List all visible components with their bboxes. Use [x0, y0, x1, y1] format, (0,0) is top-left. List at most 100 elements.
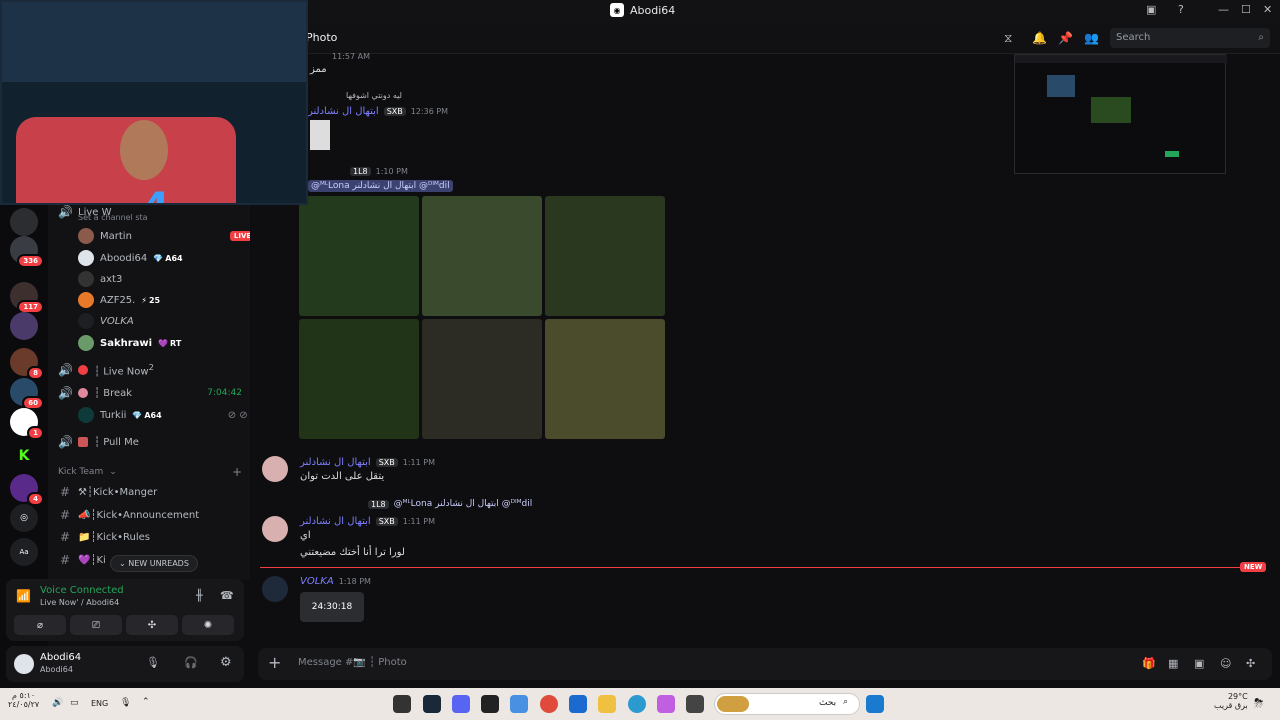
- emoji-icon[interactable]: ☺: [1220, 657, 1231, 670]
- weather[interactable]: 29°C برق قريب: [1214, 692, 1248, 710]
- add-attachment-icon[interactable]: +: [268, 653, 281, 672]
- author-name[interactable]: VOLKA: [300, 576, 334, 587]
- photo-attachment[interactable]: [299, 319, 419, 439]
- avatar[interactable]: [262, 456, 288, 482]
- add-channel-icon[interactable]: +: [232, 465, 242, 479]
- folder-icon[interactable]: [598, 695, 616, 713]
- terminal-icon[interactable]: [481, 695, 499, 713]
- sticker-icon[interactable]: ▣: [1194, 657, 1204, 670]
- server-icon[interactable]: 4: [10, 474, 44, 506]
- photo-attachment[interactable]: [299, 196, 419, 316]
- message-time: 1:18 PM: [338, 577, 371, 586]
- mention[interactable]: @ᴹᴸLona ابتهال ال نشادلنر @ᴰᴵᴹdil: [308, 180, 453, 192]
- avatar[interactable]: [262, 516, 288, 542]
- voice-channel-live-now[interactable]: 🔊 ┆ Live Now2: [58, 360, 242, 380]
- start-icon[interactable]: [866, 695, 884, 713]
- chrome-icon[interactable]: [540, 695, 558, 713]
- avatar[interactable]: [14, 654, 34, 674]
- discord-icon[interactable]: [452, 695, 470, 713]
- voice-channel-break[interactable]: 🔊 ┆ Break 7:04:42: [58, 383, 242, 403]
- voice-user[interactable]: Turkii 💎 A64 ⊘ ⊘: [78, 405, 248, 425]
- language-indicator[interactable]: ENG: [91, 699, 108, 708]
- author-name[interactable]: ابتهال ال نشادلنر: [308, 106, 379, 117]
- gif-icon[interactable]: ▦: [1168, 657, 1178, 670]
- voice-user[interactable]: AZF25. ⚡ 25: [78, 290, 160, 310]
- kick-server-icon[interactable]: K: [10, 442, 38, 470]
- photo-attachment[interactable]: [422, 319, 542, 439]
- voice-channel-name[interactable]: Live Now' / Abodi64: [40, 598, 119, 607]
- threads-icon[interactable]: ⧖: [1004, 31, 1012, 46]
- edge-icon[interactable]: [628, 695, 646, 713]
- volume-icon[interactable]: 🔊: [52, 698, 63, 708]
- maximize-button[interactable]: ☐: [1241, 3, 1251, 16]
- text-channel[interactable]: # 📁┆Kick•Rules: [58, 527, 242, 547]
- search-icon: ⌕: [843, 697, 849, 707]
- attachment-thumbnail[interactable]: [310, 120, 330, 150]
- screen-share-button[interactable]: ⎚: [70, 615, 122, 635]
- server-icon[interactable]: 336: [10, 236, 44, 268]
- search-input[interactable]: Search ⌕: [1110, 28, 1270, 48]
- photo-attachment[interactable]: [545, 196, 665, 316]
- members-icon[interactable]: 👥: [1084, 31, 1099, 45]
- chevron-up-icon[interactable]: ⌃: [142, 697, 150, 707]
- reply-preview[interactable]: ليه دونتي اشوفها: [346, 91, 402, 100]
- gear-icon[interactable]: ⚙: [220, 655, 232, 670]
- new-unreads-button[interactable]: ⌄ NEW UNREADS: [110, 555, 198, 572]
- taskbar-app-icon[interactable]: [686, 695, 704, 713]
- soundboard-button[interactable]: ✺: [182, 615, 234, 635]
- avatar[interactable]: [262, 576, 288, 602]
- steam-icon[interactable]: [423, 695, 441, 713]
- headphones-icon[interactable]: 🎧: [184, 656, 198, 669]
- author-badge: SXB: [383, 107, 406, 116]
- network-icon[interactable]: ▭: [70, 698, 79, 708]
- apps-icon[interactable]: ✣: [1246, 657, 1255, 670]
- photo-attachment[interactable]: [545, 319, 665, 439]
- gift-icon[interactable]: 🎁: [1142, 657, 1156, 670]
- disconnect-icon[interactable]: ☎: [220, 589, 234, 602]
- help-icon[interactable]: ?: [1178, 3, 1184, 16]
- taskbar-search[interactable]: بحث ⌕: [714, 693, 860, 715]
- voice-user[interactable]: Martin LIVE: [78, 226, 256, 246]
- server-icon[interactable]: 117: [10, 282, 44, 314]
- bell-icon[interactable]: 🔔: [1032, 31, 1047, 45]
- text-channel[interactable]: # 📣┆Kick•Announcement: [58, 505, 242, 525]
- noise-suppression-icon[interactable]: ╫: [196, 589, 203, 602]
- close-button[interactable]: ✕: [1263, 3, 1272, 16]
- inbox-icon[interactable]: ▣: [1146, 3, 1156, 16]
- category-kick-team[interactable]: Kick Team ⌄ +: [58, 462, 242, 482]
- minimize-button[interactable]: —: [1218, 3, 1229, 16]
- server-icon[interactable]: ◎: [10, 504, 38, 532]
- webcam-person: [120, 120, 168, 180]
- camera-off-button[interactable]: ⌀: [14, 615, 66, 635]
- server-icon[interactable]: [10, 208, 38, 236]
- photo-attachment[interactable]: [422, 196, 542, 316]
- taskbar-app-icon[interactable]: [393, 695, 411, 713]
- weather-icon: ⛈: [1254, 696, 1264, 710]
- microphone-icon[interactable]: 🎙: [120, 698, 131, 708]
- server-icon[interactable]: 8: [10, 348, 44, 380]
- store-icon[interactable]: [569, 695, 587, 713]
- message-composer[interactable]: + Message #📷 ┆ Photo 🎁 ▦ ▣ ☺ ✣: [258, 648, 1272, 680]
- voice-channel-pull-me[interactable]: 🔊 ┆ Pull Me: [58, 432, 242, 452]
- text-channel[interactable]: # ⚒┆Kick•Manger: [58, 482, 242, 502]
- speaker-icon: 🔊: [58, 205, 73, 219]
- voice-user[interactable]: Sakhrawi 💜 RT: [78, 333, 181, 353]
- voice-user[interactable]: axt3: [78, 269, 122, 289]
- author-name[interactable]: ابتهال ال نشادلنر: [300, 516, 371, 527]
- server-folder-icon[interactable]: Aa: [10, 538, 38, 566]
- author-name[interactable]: ابتهال ال نشادلنر: [300, 457, 371, 468]
- microphone-icon[interactable]: 🎙: [146, 656, 160, 669]
- reply-preview[interactable]: 1L8 @ᴹᴸLona ابتهال ال نشادلنر @ᴰᴵᴹdil: [368, 499, 532, 509]
- voice-user[interactable]: VOLKA: [78, 311, 134, 331]
- server-icon[interactable]: 60: [10, 378, 44, 410]
- pin-icon[interactable]: 📌: [1058, 31, 1073, 45]
- server-icon[interactable]: [10, 312, 38, 340]
- taskbar-app-icon[interactable]: [510, 695, 528, 713]
- clock[interactable]: ٥:١٠ م ٢٤/٠٥/٢٧: [8, 691, 39, 709]
- activities-button[interactable]: ✣: [126, 615, 178, 635]
- server-icon[interactable]: 1: [10, 408, 44, 440]
- timer-embed[interactable]: 24:30:18: [300, 592, 364, 622]
- copilot-icon[interactable]: [657, 695, 675, 713]
- voice-user[interactable]: Aboodi64 💎 A64: [78, 248, 183, 268]
- message-input[interactable]: Message #📷 ┆ Photo: [298, 657, 407, 668]
